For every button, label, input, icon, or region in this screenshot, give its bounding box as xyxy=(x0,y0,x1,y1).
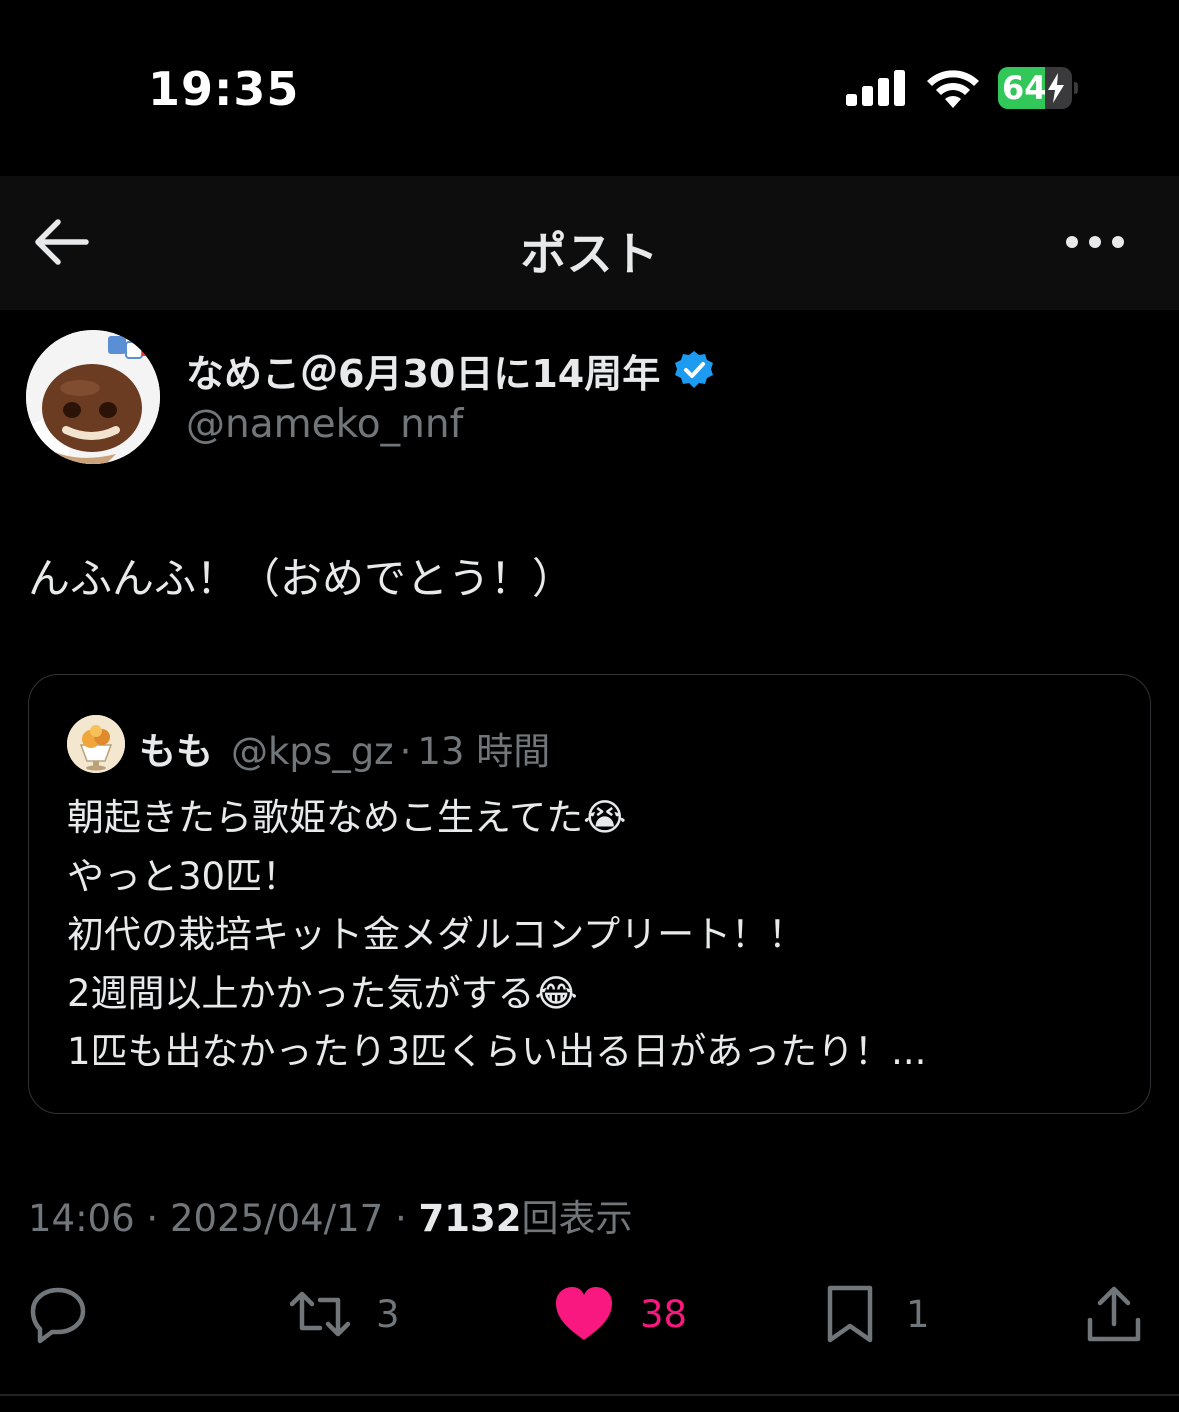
quote-header: もも @kps_gz · 13 時間 xyxy=(139,721,550,775)
author-handle[interactable]: @nameko_nnf xyxy=(186,402,463,447)
quote-line: 1匹も出なかったり3匹くらい出る日があったり！... xyxy=(67,1030,927,1073)
quote-timestamp: 13 時間 xyxy=(417,730,551,773)
repost-icon xyxy=(290,1291,350,1337)
signal-icon xyxy=(846,70,905,106)
post-meta: 14:06 · 2025/04/17 · 7132回表示 xyxy=(28,1188,632,1242)
parfait-avatar-image xyxy=(67,715,125,773)
nameko-avatar-image xyxy=(26,330,160,464)
battery-level: 64 xyxy=(1002,69,1047,107)
meta-separator: · xyxy=(146,1197,159,1240)
battery-charging-icon: 64 xyxy=(998,67,1078,109)
quote-author-name[interactable]: もも xyxy=(139,721,213,775)
author-name[interactable]: なめこ＠6月30日に14周年 xyxy=(186,343,660,398)
quote-line: 朝起きたら歌姫なめこ生えてた😭 xyxy=(67,796,627,839)
like-button[interactable]: 38 xyxy=(554,1282,687,1346)
wifi-icon xyxy=(927,70,979,108)
quote-author-handle[interactable]: @kps_gz xyxy=(231,730,394,773)
more-icon[interactable] xyxy=(1064,232,1126,252)
reply-icon xyxy=(30,1287,86,1344)
quote-line: 2週間以上かかった気がする😂 xyxy=(67,971,578,1015)
post-header: ポスト xyxy=(0,176,1179,310)
post-text: んふんふ！（おめでとう！） xyxy=(28,554,575,603)
bookmark-button[interactable]: 1 xyxy=(820,1282,930,1346)
quote-author-avatar[interactable] xyxy=(67,715,125,773)
repost-count: 3 xyxy=(376,1292,400,1336)
post-time: 14:06 xyxy=(28,1197,135,1240)
view-count[interactable]: 7132 xyxy=(419,1197,522,1240)
share-icon xyxy=(1087,1286,1141,1342)
like-count: 38 xyxy=(640,1292,688,1336)
author-avatar[interactable] xyxy=(26,330,160,464)
heart-icon xyxy=(556,1287,612,1340)
post-date: 2025/04/17 xyxy=(169,1197,384,1240)
status-time: 19:35 xyxy=(148,62,300,116)
divider xyxy=(0,1394,1179,1396)
quote-text: 朝起きたら歌姫なめこ生えてた😭 やっと30匹！ 初代の栽培キット金メダルコンプリ… xyxy=(67,789,1127,1082)
verified-badge-icon xyxy=(675,351,714,388)
charging-bolt-icon xyxy=(1048,73,1064,103)
view-count-label: 回表示 xyxy=(521,1197,633,1240)
page-title: ポスト xyxy=(520,227,659,281)
repost-button[interactable]: 3 xyxy=(290,1282,400,1346)
meta-separator: · xyxy=(394,1197,407,1240)
quote-line: やっと30匹！ xyxy=(67,854,300,898)
quote-line: 初代の栽培キット金メダルコンプリート！！ xyxy=(67,913,806,956)
author-name-row[interactable]: なめこ＠6月30日に14周年 xyxy=(186,344,714,396)
quoted-post-card[interactable]: もも @kps_gz · 13 時間 朝起きたら歌姫なめこ生えてた😭 やっと30… xyxy=(28,674,1151,1114)
quote-separator: · xyxy=(399,730,412,773)
bookmark-count: 1 xyxy=(906,1292,930,1336)
reply-button[interactable] xyxy=(28,1282,114,1346)
bookmark-icon xyxy=(827,1285,873,1343)
share-button[interactable] xyxy=(1084,1282,1144,1346)
